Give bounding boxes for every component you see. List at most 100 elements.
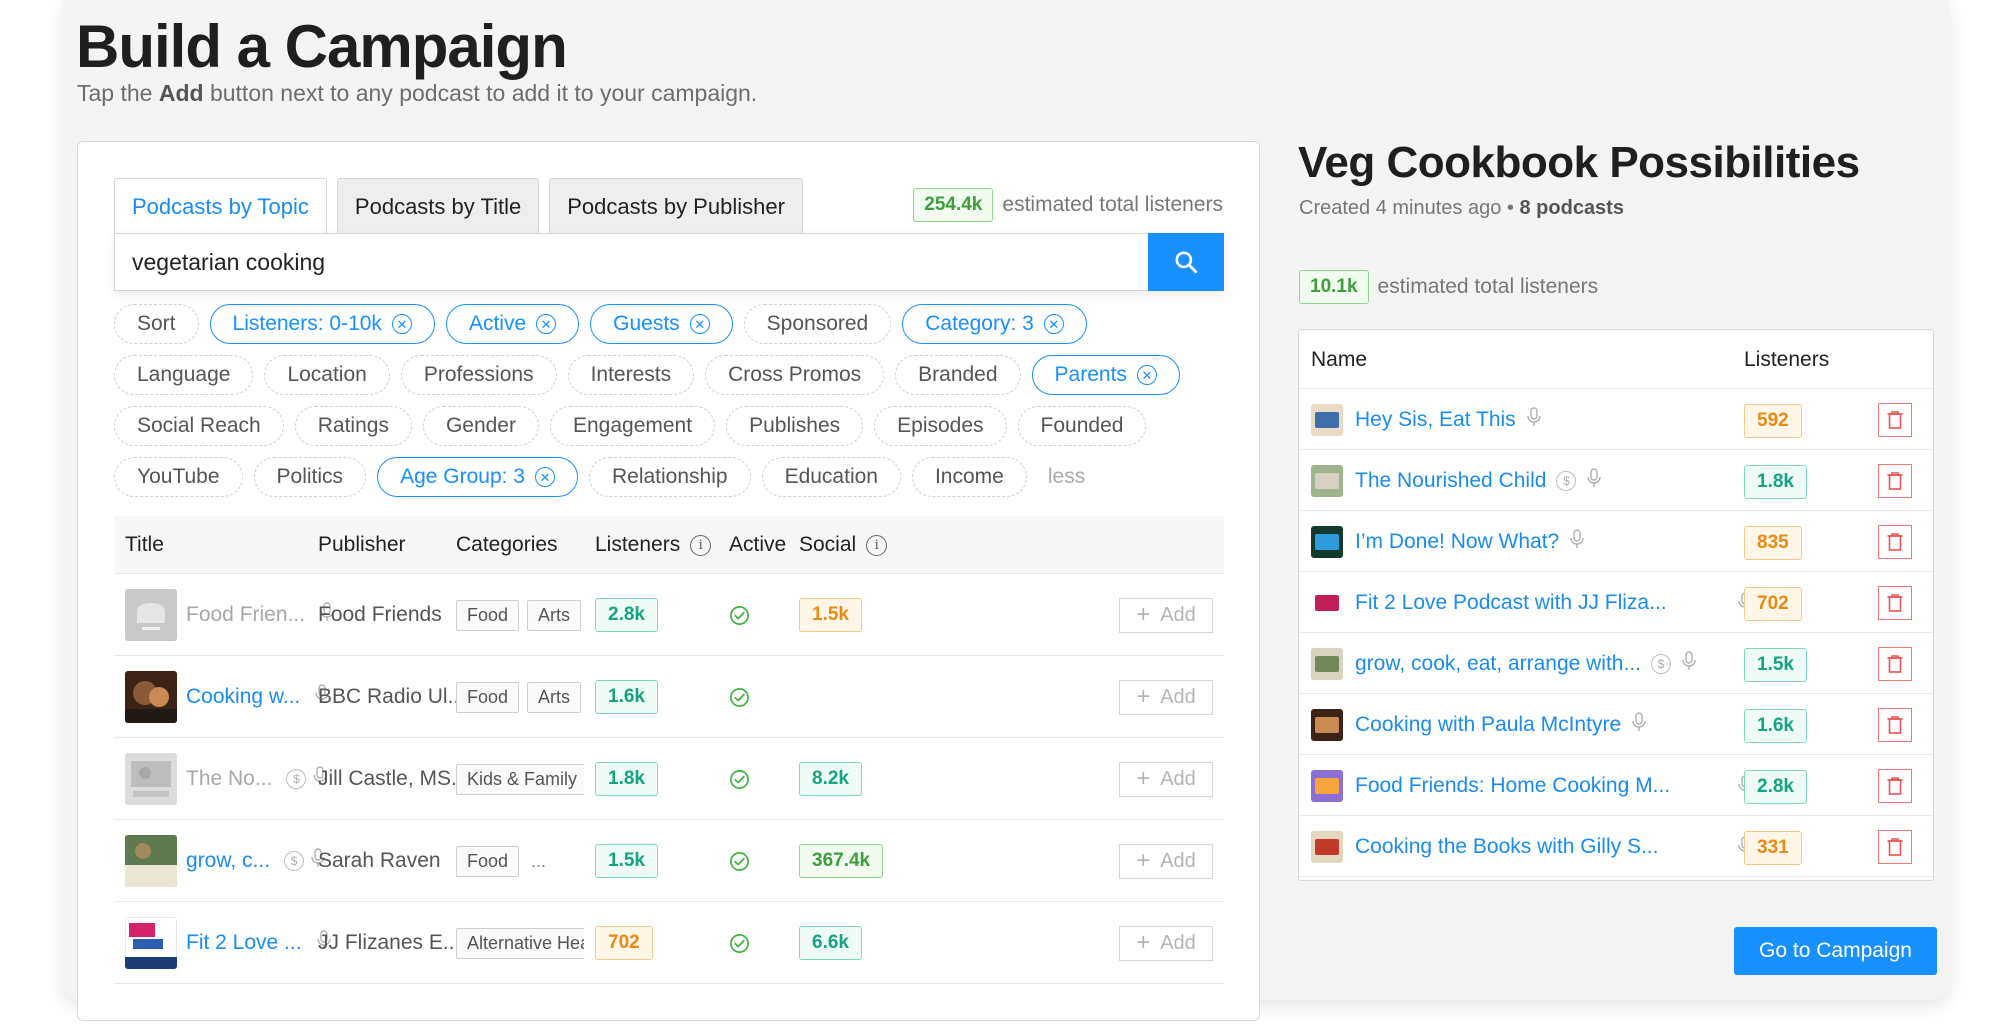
campaign-podcast-cell: I’m Done! Now What? xyxy=(1355,511,1585,572)
info-icon[interactable]: i xyxy=(690,534,712,556)
clear-filter-icon[interactable]: ✕ xyxy=(689,314,710,334)
tab-podcasts-by-title[interactable]: Podcasts by Title xyxy=(336,178,540,234)
guests-mic-icon xyxy=(1631,711,1647,738)
campaign-podcast-link[interactable]: I’m Done! Now What? xyxy=(1355,530,1559,554)
filter-chip-category-3[interactable]: Category: 3 ✕ xyxy=(902,304,1087,344)
filter-chip-politics[interactable]: Politics xyxy=(253,457,367,497)
campaign-podcast-cell: Cooking with Paula McIntyre xyxy=(1355,694,1647,755)
remove-podcast-button[interactable] xyxy=(1878,769,1912,803)
campaign-row: Food Friends: Home Cooking M... 2.8k xyxy=(1299,755,1933,816)
clear-filter-icon[interactable]: ✕ xyxy=(391,314,412,334)
tab-podcasts-by-topic[interactable]: Podcasts by Topic xyxy=(114,178,327,235)
listeners-badge: 702 xyxy=(1744,587,1802,621)
filter-chip-engagement[interactable]: Engagement xyxy=(549,406,716,446)
col-listeners[interactable]: Listeners i xyxy=(595,516,712,574)
search-button[interactable] xyxy=(1148,233,1224,291)
category-tag: Food xyxy=(456,845,520,877)
podcast-title-link[interactable]: Food Frien... xyxy=(186,603,305,627)
podcast-title-link[interactable]: Fit 2 Love ... xyxy=(186,931,302,955)
listeners-badge: 835 xyxy=(1744,526,1802,560)
podcast-thumbnail xyxy=(1311,709,1343,741)
add-podcast-button[interactable]: + Add xyxy=(1119,597,1213,633)
col-social[interactable]: Social i xyxy=(799,516,888,574)
remove-podcast-button[interactable] xyxy=(1878,464,1912,498)
remove-podcast-button[interactable] xyxy=(1878,830,1912,864)
podcast-title-link[interactable]: Cooking w... xyxy=(186,685,300,709)
filter-chip-publishes[interactable]: Publishes xyxy=(726,406,864,446)
listeners-badge: 702 xyxy=(595,926,653,960)
tab-podcasts-by-publisher[interactable]: Podcasts by Publisher xyxy=(549,178,803,234)
filter-chip-interests[interactable]: Interests xyxy=(567,355,695,395)
filter-chip-relationship[interactable]: Relationship xyxy=(588,457,751,497)
filter-chip-episodes[interactable]: Episodes xyxy=(874,406,1007,446)
filter-chip-listeners-0-10k[interactable]: Listeners: 0-10k ✕ xyxy=(209,304,435,344)
podcast-thumbnail xyxy=(1311,404,1343,436)
col-listeners: Listeners xyxy=(1744,348,1830,371)
col-active[interactable]: Active xyxy=(729,516,786,574)
social-cell: 1.5k xyxy=(799,574,862,656)
campaign-podcast-link[interactable]: The Nourished Child xyxy=(1355,469,1546,493)
publisher-cell: BBC Radio Ul... xyxy=(318,685,466,708)
podcast-title-link[interactable]: grow, c... xyxy=(186,849,270,873)
campaign-podcast-link[interactable]: Cooking with Paula McIntyre xyxy=(1355,713,1621,737)
remove-podcast-button[interactable] xyxy=(1878,403,1912,437)
campaign-row: Cooking the Books with Gilly S... 331 xyxy=(1299,816,1933,877)
trash-icon xyxy=(1886,593,1904,613)
publisher-cell: Sarah Raven xyxy=(318,849,441,872)
filter-chip-label: Engagement xyxy=(572,414,693,437)
campaign-podcast-link[interactable]: Food Friends: Home Cooking M... xyxy=(1355,774,1670,798)
add-podcast-button[interactable]: + Add xyxy=(1119,761,1213,797)
go-to-campaign-button[interactable]: Go to Campaign xyxy=(1734,927,1937,975)
filter-chip-language[interactable]: Language xyxy=(114,355,254,395)
plus-icon: + xyxy=(1136,847,1151,874)
add-podcast-button[interactable]: + Add xyxy=(1119,843,1213,879)
filter-chip-income[interactable]: Income xyxy=(911,457,1027,497)
less-filters-link[interactable]: less xyxy=(1038,465,1095,489)
filter-chip-label: Location xyxy=(287,363,367,386)
campaign-podcast-cell: grow, cook, eat, arrange with... $ xyxy=(1355,633,1697,694)
filter-chip-sponsored[interactable]: Sponsored xyxy=(743,304,892,344)
filter-chip-founded[interactable]: Founded xyxy=(1017,406,1147,446)
col-title[interactable]: Title xyxy=(125,516,164,574)
filter-chip-social-reach[interactable]: Social Reach xyxy=(114,406,284,446)
filter-chip-ratings[interactable]: Ratings xyxy=(294,406,412,446)
info-icon[interactable]: i xyxy=(866,534,888,556)
trash-icon xyxy=(1886,776,1904,796)
add-podcast-button[interactable]: + Add xyxy=(1119,679,1213,715)
col-publisher[interactable]: Publisher xyxy=(318,516,406,574)
filter-chip-age-group-3[interactable]: Age Group: 3 ✕ xyxy=(377,457,578,497)
campaign-podcast-link[interactable]: Fit 2 Love Podcast with JJ Fliza... xyxy=(1355,591,1667,615)
filter-chip-guests[interactable]: Guests ✕ xyxy=(590,304,733,344)
remove-podcast-button[interactable] xyxy=(1878,647,1912,681)
add-podcast-button[interactable]: + Add xyxy=(1119,925,1213,961)
filter-chip-parents[interactable]: Parents ✕ xyxy=(1031,355,1180,395)
filter-chip-education[interactable]: Education xyxy=(761,457,901,497)
filter-chip-sort[interactable]: Sort xyxy=(114,304,199,344)
filter-chip-branded[interactable]: Branded xyxy=(895,355,1021,395)
filter-chip-youtube[interactable]: YouTube xyxy=(114,457,243,497)
search-input[interactable] xyxy=(115,234,1145,290)
clear-filter-icon[interactable]: ✕ xyxy=(1136,365,1157,385)
listeners-badge: 331 xyxy=(1744,831,1802,865)
filter-chip-label: Parents xyxy=(1054,363,1127,386)
filter-row: Language Location Professions Interests Cros… xyxy=(114,355,1234,395)
remove-podcast-button[interactable] xyxy=(1878,708,1912,742)
campaign-podcast-link[interactable]: Cooking the Books with Gilly S... xyxy=(1355,835,1658,859)
filter-chip-professions[interactable]: Professions xyxy=(400,355,557,395)
campaign-podcast-cell: Fit 2 Love Podcast with JJ Fliza... xyxy=(1355,572,1752,633)
podcast-title-link[interactable]: The No... xyxy=(186,767,272,791)
filter-chip-label: Episodes xyxy=(897,414,984,437)
filter-chip-location[interactable]: Location xyxy=(264,355,390,395)
campaign-podcast-link[interactable]: Hey Sis, Eat This xyxy=(1355,408,1516,432)
filter-chip-cross-promos[interactable]: Cross Promos xyxy=(705,355,885,395)
campaign-podcast-link[interactable]: grow, cook, eat, arrange with... xyxy=(1355,652,1641,676)
col-categories[interactable]: Categories xyxy=(456,516,558,574)
table-row: Food Frien... Food Friends Food Arts 2.8k 1.5… xyxy=(114,574,1224,656)
filter-chip-active[interactable]: Active ✕ xyxy=(445,304,580,344)
clear-filter-icon[interactable]: ✕ xyxy=(536,314,557,334)
clear-filter-icon[interactable]: ✕ xyxy=(534,467,555,487)
remove-podcast-button[interactable] xyxy=(1878,586,1912,620)
remove-podcast-button[interactable] xyxy=(1878,525,1912,559)
filter-chip-gender[interactable]: Gender xyxy=(422,406,539,446)
clear-filter-icon[interactable]: ✕ xyxy=(1043,314,1064,334)
